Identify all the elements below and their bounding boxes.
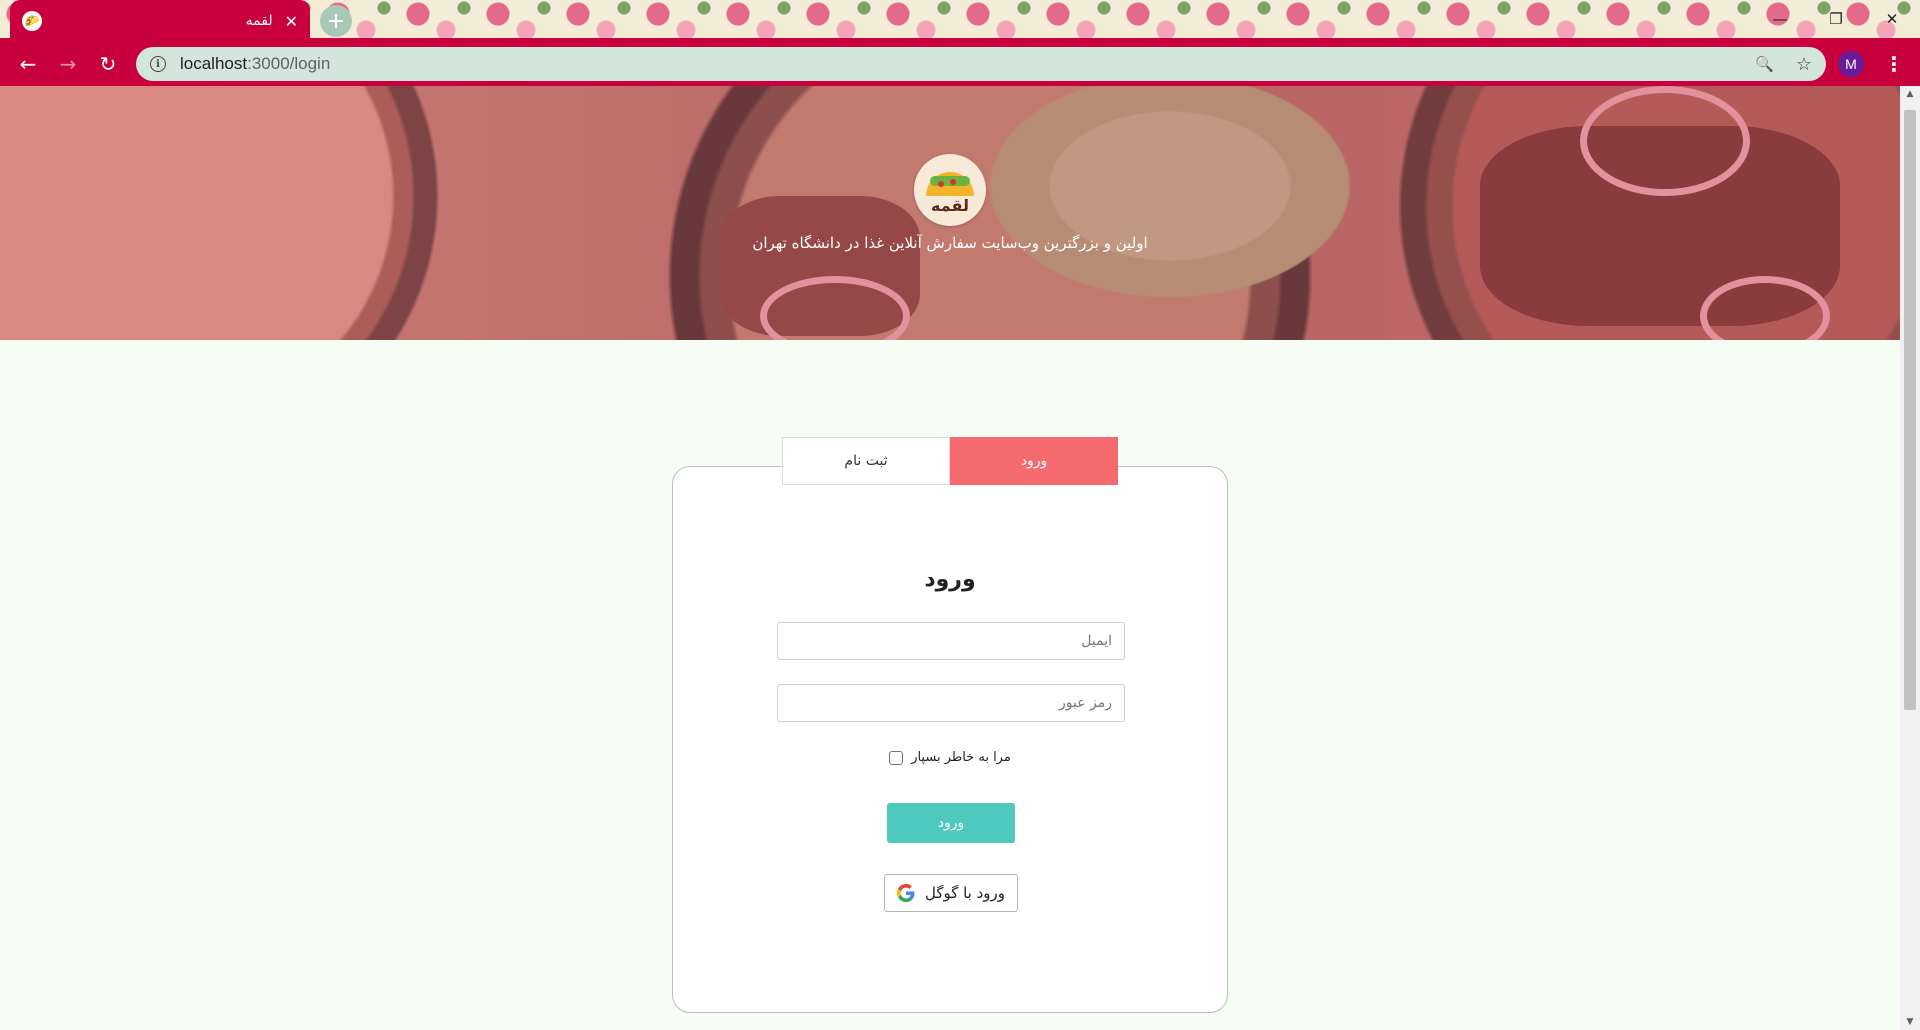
login-title: ورود bbox=[924, 567, 976, 592]
taco-favicon-icon: 🌮 bbox=[22, 11, 42, 31]
new-tab-button[interactable]: + bbox=[320, 5, 352, 37]
address-bar[interactable]: i localhost:3000/login 🔍 ☆ bbox=[136, 47, 1826, 81]
hero-banner: لقمه اولین و بزرگترین وب‌سایت سفارش آنلا… bbox=[0, 86, 1900, 340]
close-window-button[interactable]: ✕ bbox=[1864, 0, 1920, 38]
browser-toolbar: ← → ↻ i localhost:3000/login 🔍 ☆ M ⋮ bbox=[0, 42, 1920, 86]
remember-me-label: مرا به خاطر بسپار bbox=[911, 750, 1011, 765]
window-controls: — ❐ ✕ bbox=[1752, 0, 1920, 38]
minimize-button[interactable]: — bbox=[1752, 0, 1808, 38]
page-viewport: لقمه اولین و بزرگترین وب‌سایت سفارش آنلا… bbox=[0, 86, 1900, 1030]
vertical-scrollbar[interactable]: ▲ ▼ bbox=[1900, 86, 1920, 1030]
hero-tagline: اولین و بزرگترین وب‌سایت سفارش آنلاین غذ… bbox=[752, 234, 1148, 252]
url-text[interactable]: localhost:3000/login bbox=[180, 54, 330, 74]
close-tab-icon[interactable]: ✕ bbox=[285, 12, 298, 31]
remember-me-checkbox[interactable] bbox=[889, 750, 904, 765]
url-path: :3000/login bbox=[247, 54, 331, 73]
back-arrow-icon[interactable]: ← bbox=[8, 44, 48, 84]
password-field[interactable] bbox=[777, 684, 1125, 722]
login-submit-button[interactable]: ورود bbox=[887, 803, 1015, 843]
logo-text: لقمه bbox=[931, 196, 969, 215]
email-field[interactable] bbox=[777, 622, 1125, 660]
remember-me-row[interactable]: مرا به خاطر بسپار bbox=[673, 750, 1227, 765]
browser-titlebar: 🌮 لقمه ✕ + — ❐ ✕ bbox=[0, 0, 1920, 42]
scroll-up-arrow-icon[interactable]: ▲ bbox=[1900, 86, 1920, 102]
tab-login[interactable]: ورود bbox=[950, 437, 1118, 485]
site-info-icon[interactable]: i bbox=[150, 56, 166, 72]
scrollbar-thumb[interactable] bbox=[1904, 110, 1916, 710]
bookmark-star-icon[interactable]: ☆ bbox=[1796, 54, 1812, 75]
browser-tab[interactable]: 🌮 لقمه ✕ bbox=[10, 0, 310, 42]
reload-icon[interactable]: ↻ bbox=[88, 44, 128, 84]
tab-register[interactable]: ثبت نام bbox=[782, 437, 950, 485]
tab-title: لقمه bbox=[245, 13, 273, 29]
scroll-down-arrow-icon[interactable]: ▼ bbox=[1900, 1014, 1920, 1030]
google-login-label: ورود با گوگل bbox=[924, 884, 1006, 902]
forward-arrow-icon[interactable]: → bbox=[48, 44, 88, 84]
taco-logo-icon bbox=[926, 172, 974, 196]
google-login-button[interactable]: ورود با گوگل bbox=[884, 874, 1018, 912]
zoom-icon[interactable]: 🔍 bbox=[1755, 55, 1774, 73]
url-host: localhost bbox=[180, 54, 248, 73]
auth-tabs: ثبت نام ورود bbox=[782, 437, 1118, 485]
profile-avatar[interactable]: M bbox=[1838, 51, 1864, 77]
site-logo[interactable]: لقمه bbox=[914, 154, 986, 226]
login-card: ورود مرا به خاطر بسپار ورود ورود با گوگل bbox=[672, 466, 1228, 1013]
browser-menu-icon[interactable]: ⋮ bbox=[1880, 50, 1908, 78]
restore-button[interactable]: ❐ bbox=[1808, 0, 1864, 38]
google-icon bbox=[896, 884, 915, 902]
